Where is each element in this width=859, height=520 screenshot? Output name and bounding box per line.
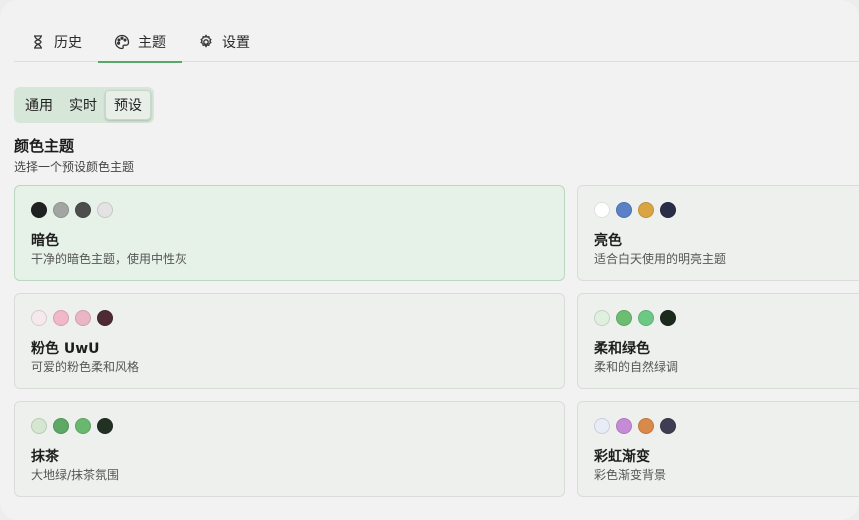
- tab-history-label: 历史: [54, 35, 82, 51]
- color-swatches: [31, 418, 113, 434]
- swatch: [594, 202, 610, 218]
- theme-card-light[interactable]: 亮色 适合白天使用的明亮主题: [577, 185, 859, 281]
- swatch: [53, 310, 69, 326]
- theme-name: 粉色 UwU: [31, 341, 100, 357]
- theme-description: 适合白天使用的明亮主题: [594, 252, 727, 266]
- swatch: [97, 202, 113, 218]
- swatch: [97, 310, 113, 326]
- theme-card-dark[interactable]: 暗色 干净的暗色主题，使用中性灰: [14, 185, 565, 281]
- tab-theme-label: 主题: [138, 35, 166, 51]
- swatch: [616, 418, 632, 434]
- swatch: [75, 418, 91, 434]
- swatch: [75, 310, 91, 326]
- section-title: 颜色主题: [14, 137, 75, 155]
- swatch: [660, 418, 676, 434]
- hourglass-icon: [30, 34, 46, 50]
- color-swatches: [31, 202, 113, 218]
- tab-settings[interactable]: 设置: [182, 22, 266, 62]
- color-swatches: [31, 310, 113, 326]
- theme-description: 彩色渐变背景: [594, 468, 667, 482]
- swatch: [660, 310, 676, 326]
- theme-name: 彩虹渐变: [594, 449, 650, 465]
- section-subtitle: 选择一个预设颜色主题: [14, 160, 135, 174]
- swatch: [97, 418, 113, 434]
- swatch: [660, 202, 676, 218]
- swatch: [31, 202, 47, 218]
- theme-description: 大地绿/抹茶氛围: [31, 468, 120, 482]
- theme-card-rainbow[interactable]: 彩虹渐变 彩色渐变背景: [577, 401, 859, 497]
- swatch: [53, 418, 69, 434]
- swatch: [594, 310, 610, 326]
- swatch: [616, 202, 632, 218]
- mode-segmented-control: 通用 实时 预设: [14, 87, 154, 123]
- gear-icon: [198, 34, 214, 50]
- swatch: [638, 310, 654, 326]
- theme-name: 柔和绿色: [594, 341, 650, 357]
- swatch: [53, 202, 69, 218]
- tab-settings-label: 设置: [222, 35, 250, 51]
- swatch: [594, 418, 610, 434]
- theme-description: 可爱的粉色柔和风格: [31, 360, 140, 374]
- swatch: [638, 418, 654, 434]
- theme-card-soft-green[interactable]: 柔和绿色 柔和的自然绿调: [577, 293, 859, 389]
- theme-name: 抹茶: [31, 449, 59, 465]
- theme-description: 干净的暗色主题，使用中性灰: [31, 252, 188, 266]
- tab-bar: 历史 主题 设置: [14, 22, 859, 63]
- color-swatches: [594, 418, 676, 434]
- color-swatches: [594, 202, 676, 218]
- swatch: [638, 202, 654, 218]
- segment-realtime[interactable]: 实时: [61, 90, 105, 120]
- swatch: [616, 310, 632, 326]
- tab-theme[interactable]: 主题: [98, 22, 182, 63]
- swatch: [75, 202, 91, 218]
- theme-panel: 历史 主题 设置 通用 实时 预设 颜色主题 选择一个预设颜色主题 暗色 干净的…: [0, 0, 859, 520]
- theme-card-matcha[interactable]: 抹茶 大地绿/抹茶氛围: [14, 401, 565, 497]
- segment-preset[interactable]: 预设: [105, 90, 151, 120]
- theme-name: 暗色: [31, 233, 59, 249]
- theme-name: 亮色: [594, 233, 622, 249]
- theme-description: 柔和的自然绿调: [594, 360, 679, 374]
- tab-history[interactable]: 历史: [14, 22, 98, 62]
- theme-card-pink[interactable]: 粉色 UwU 可爱的粉色柔和风格: [14, 293, 565, 389]
- palette-icon: [114, 34, 130, 50]
- swatch: [31, 310, 47, 326]
- color-swatches: [594, 310, 676, 326]
- segment-general[interactable]: 通用: [17, 90, 61, 120]
- swatch: [31, 418, 47, 434]
